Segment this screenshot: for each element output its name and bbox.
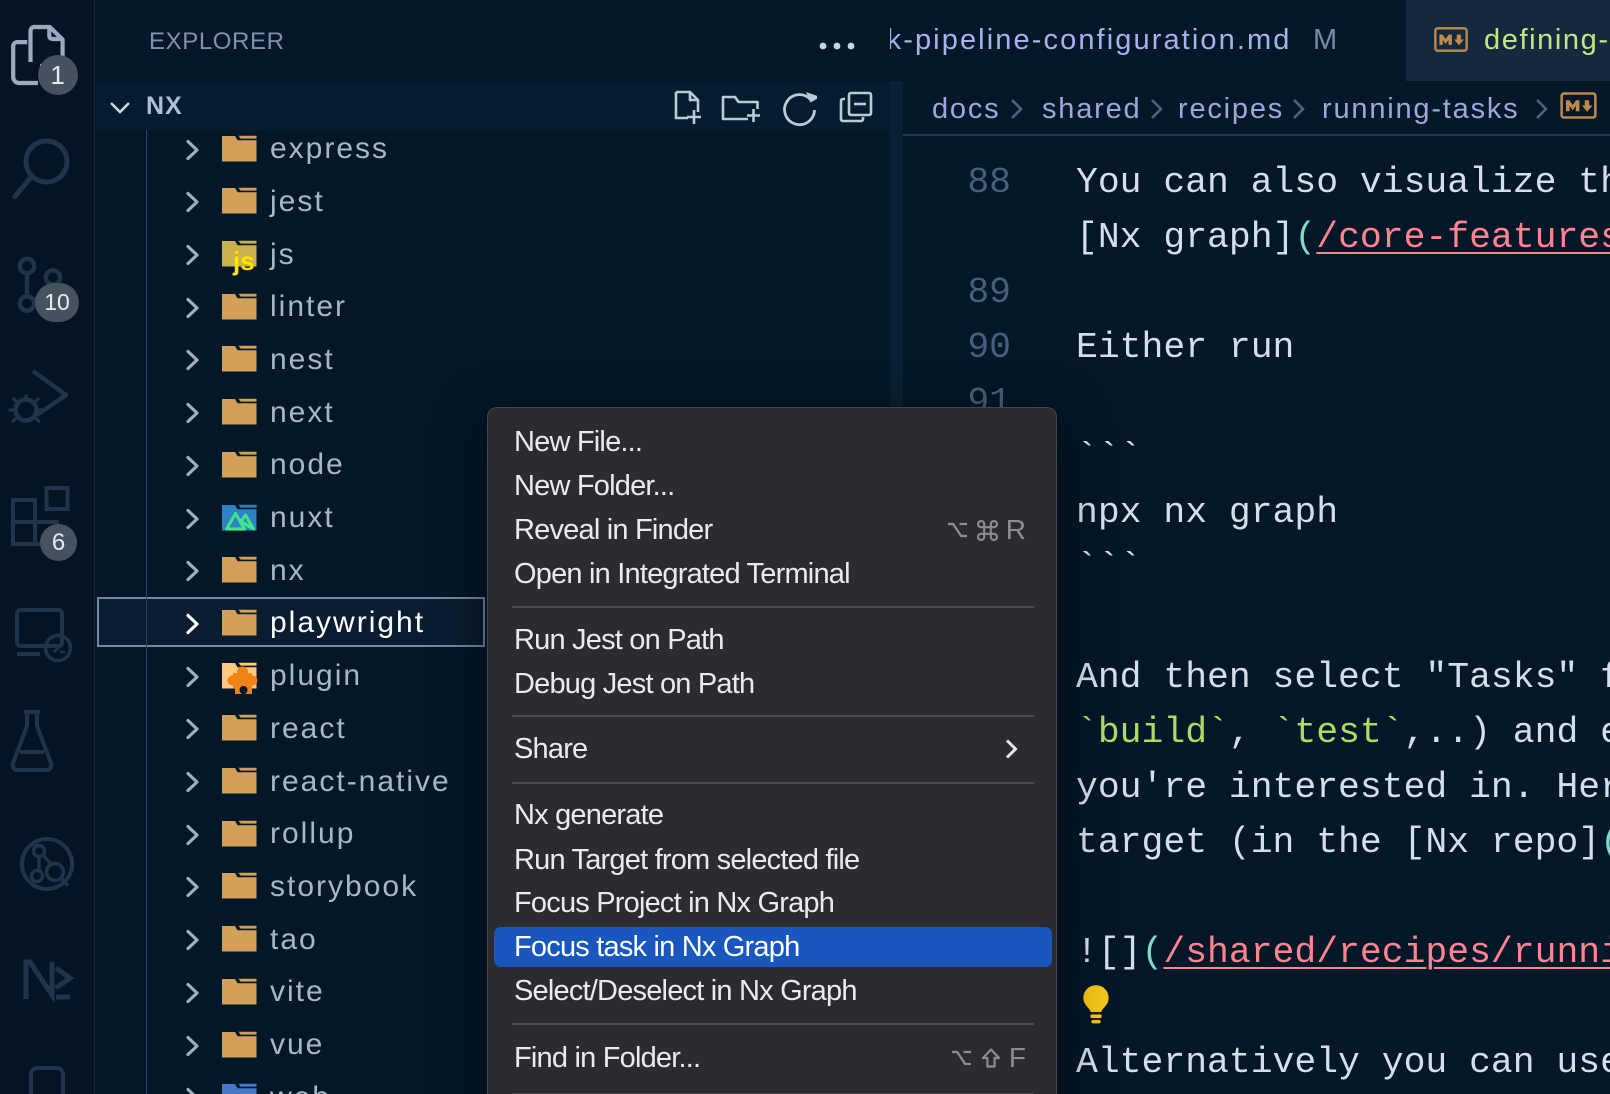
svg-text:js: js [232,246,255,276]
